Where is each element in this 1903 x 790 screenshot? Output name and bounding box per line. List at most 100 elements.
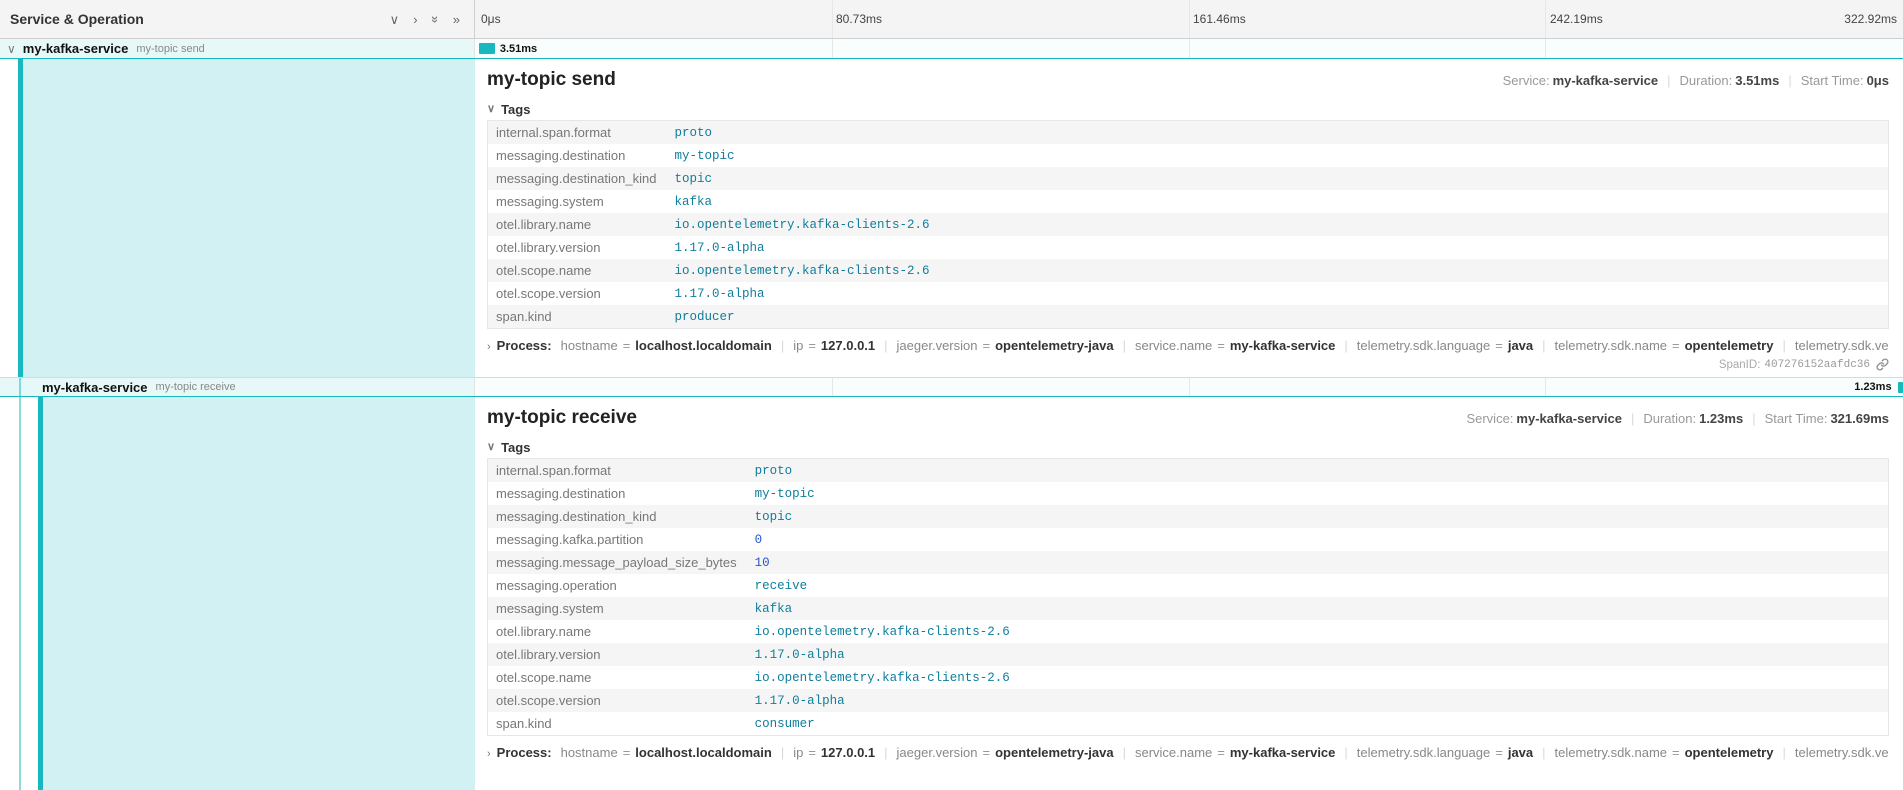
span-detail-row-receive: my-topic receive Service:my-kafka-servic… [0, 396, 1903, 790]
tag-key: messaging.kafka.partition [488, 528, 747, 551]
ruler-tick-label: 0μs [481, 12, 501, 26]
process-key: service.name [1135, 338, 1212, 353]
tag-key: messaging.system [488, 190, 667, 213]
link-icon[interactable] [1876, 358, 1889, 371]
tag-key: span.kind [488, 712, 747, 736]
span-operation-name: my-topic receive [156, 381, 236, 393]
ruler-tick-label: 322.92ms [1844, 12, 1897, 26]
indent-guide [19, 378, 21, 396]
process-accordion[interactable]: › Process: hostname=localhost.localdomai… [487, 338, 1889, 353]
chevron-down-icon: ∨ [487, 442, 495, 453]
tag-value: 10 [747, 551, 1889, 574]
span-timeline-cell[interactable]: 1.23ms [475, 378, 1903, 396]
tag-value: 1.17.0-alpha [747, 643, 1889, 666]
equals-sign: = [1217, 745, 1225, 760]
tags-table: internal.span.formatprotomessaging.desti… [487, 458, 1889, 736]
ruler-tick-label: 161.46ms [1193, 12, 1246, 26]
process-key: jaeger.version [897, 338, 978, 353]
span-name-cell[interactable]: my-kafka-service my-topic receive [0, 378, 475, 396]
tag-value: producer [666, 305, 1888, 329]
equals-sign: = [623, 745, 631, 760]
process-key: telemetry.sdk.version [1795, 338, 1889, 353]
process-label: Process: [497, 745, 552, 760]
process-value: 127.0.0.1 [821, 745, 875, 760]
chevron-down-icon: ∨ [487, 104, 495, 115]
tag-key: messaging.system [488, 597, 747, 620]
process-key: telemetry.sdk.name [1555, 745, 1667, 760]
tag-key: messaging.message_payload_size_bytes [488, 551, 747, 574]
separator: | [1123, 745, 1126, 760]
tag-key: otel.library.version [488, 236, 667, 259]
ruler-tick-label: 80.73ms [836, 12, 882, 26]
meta-value: 1.23ms [1699, 411, 1743, 426]
chevron-right-icon[interactable]: › [413, 13, 417, 26]
tag-value: my-topic [747, 482, 1889, 505]
process-key: ip [793, 745, 803, 760]
process-value: opentelemetry [1685, 745, 1774, 760]
chevron-down-icon[interactable]: ∨ [390, 13, 400, 26]
tag-key: messaging.destination [488, 144, 667, 167]
separator: | [884, 745, 887, 760]
tag-row: messaging.systemkafka [488, 597, 1889, 620]
span-row-send[interactable]: ∨ my-kafka-service my-topic send 3.51ms [0, 39, 1903, 58]
span-duration-bar[interactable] [479, 43, 495, 54]
tag-value: kafka [747, 597, 1889, 620]
span-detail-header: my-topic receive Service:my-kafka-servic… [487, 407, 1889, 429]
process-value: localhost.localdomain [635, 745, 772, 760]
tag-value: io.opentelemetry.kafka-clients-2.6 [747, 666, 1889, 689]
tag-value: consumer [747, 712, 1889, 736]
span-timeline-cell[interactable]: 3.51ms [475, 39, 1903, 58]
meta-label: Start Time: [1765, 411, 1828, 426]
equals-sign: = [982, 745, 990, 760]
tag-key: otel.library.name [488, 213, 667, 236]
tag-key: otel.scope.version [488, 689, 747, 712]
tag-value: proto [747, 459, 1889, 483]
tags-accordion-header[interactable]: ∨ Tags [487, 101, 1889, 120]
tag-row: otel.library.version1.17.0-alpha [488, 236, 1889, 259]
double-chevron-right-icon[interactable]: » [453, 13, 460, 26]
tag-value: io.opentelemetry.kafka-clients-2.6 [747, 620, 1889, 643]
process-values: hostname=localhost.localdomain|ip=127.0.… [561, 745, 1889, 760]
equals-sign: = [1495, 338, 1503, 353]
chevron-down-icon[interactable]: ∨ [7, 43, 16, 55]
separator: | [1542, 745, 1545, 760]
span-detail-panel: my-topic send Service:my-kafka-service|D… [475, 59, 1903, 377]
tag-row: otel.library.nameio.opentelemetry.kafka-… [488, 213, 1889, 236]
separator: | [1344, 338, 1347, 353]
separator: | [1123, 338, 1126, 353]
chevron-right-icon: › [487, 749, 491, 760]
tags-section: ∨ Tags internal.span.formatprotomessagin… [487, 439, 1889, 736]
process-value: localhost.localdomain [635, 338, 772, 353]
tag-value: receive [747, 574, 1889, 597]
trace-timeline-view: Service & Operation ∨›»» 0μs80.73ms161.4… [0, 0, 1903, 790]
span-row-receive[interactable]: my-kafka-service my-topic receive 1.23ms [0, 377, 1903, 396]
tags-section: ∨ Tags internal.span.formatprotomessagin… [487, 101, 1889, 329]
span-id-value: 407276152aafdc36 [1764, 359, 1870, 371]
process-value: opentelemetry-java [995, 745, 1114, 760]
span-duration-bar[interactable] [1898, 382, 1903, 393]
tags-accordion-header[interactable]: ∨ Tags [487, 439, 1889, 458]
tag-key: otel.scope.name [488, 666, 747, 689]
ruler-controls: ∨ › » » [390, 13, 460, 26]
tag-row: messaging.systemkafka [488, 190, 1889, 213]
tag-key: messaging.destination [488, 482, 747, 505]
span-id-label: SpanID: [1719, 359, 1761, 371]
tag-value: 1.17.0-alpha [747, 689, 1889, 712]
equals-sign: = [1495, 745, 1503, 760]
tag-row: messaging.operationreceive [488, 574, 1889, 597]
separator: | [781, 745, 784, 760]
span-name-cell[interactable]: ∨ my-kafka-service my-topic send [0, 39, 475, 58]
process-accordion[interactable]: › Process: hostname=localhost.localdomai… [487, 745, 1889, 760]
tag-row: otel.scope.nameio.opentelemetry.kafka-cl… [488, 259, 1889, 282]
tag-key: internal.span.format [488, 459, 747, 483]
meta-value: 0μs [1867, 73, 1889, 88]
tag-key: otel.scope.version [488, 282, 667, 305]
equals-sign: = [1217, 338, 1225, 353]
process-value: my-kafka-service [1230, 338, 1336, 353]
double-chevron-down-icon[interactable]: » [429, 15, 442, 22]
indent-guide [19, 397, 21, 790]
tag-value: proto [666, 121, 1888, 145]
span-detail-footer: SpanID: 407276152aafdc36 [487, 358, 1889, 371]
tag-row: otel.library.nameio.opentelemetry.kafka-… [488, 620, 1889, 643]
tag-value: my-topic [666, 144, 1888, 167]
